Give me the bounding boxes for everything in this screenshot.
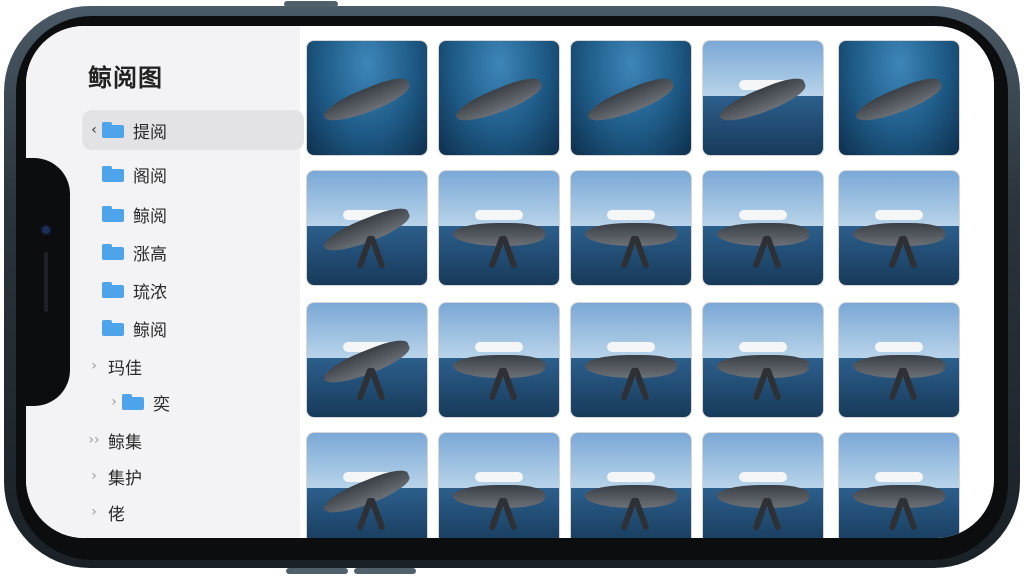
photo-thumbnail[interactable]: [838, 40, 960, 156]
photo-thumbnail[interactable]: [570, 170, 692, 286]
chevron-icon[interactable]: ›: [86, 468, 102, 484]
sidebar-item-label: 涨高: [133, 244, 167, 265]
cloud: [475, 341, 523, 352]
photo-thumbnail[interactable]: [438, 302, 560, 418]
photo-thumbnail[interactable]: [570, 302, 692, 418]
speaker: [44, 252, 48, 312]
sidebar-item[interactable]: › 集护: [82, 456, 304, 496]
cloud: [475, 209, 523, 220]
photo-thumbnail[interactable]: [306, 170, 428, 286]
cloud: [475, 471, 523, 482]
sidebar-item-label: 琉浓: [133, 282, 167, 303]
sidebar-item[interactable]: › 奕: [82, 382, 324, 422]
photo-thumbnail[interactable]: [306, 432, 428, 538]
photo-thumbnail[interactable]: [570, 432, 692, 538]
side-button: [286, 568, 348, 574]
sidebar-item[interactable]: › 佬: [82, 492, 304, 532]
app-title: 鲸阅图: [88, 64, 163, 92]
folder-icon: [102, 166, 124, 182]
photo-thumbnail[interactable]: [838, 302, 960, 418]
sidebar-item-label: 佬: [108, 504, 125, 525]
photo-thumbnail[interactable]: [702, 170, 824, 286]
chevron-icon[interactable]: ›: [86, 358, 102, 374]
cloud: [875, 471, 923, 482]
sidebar-item-label: 提阅: [133, 122, 167, 143]
sidebar-item-label: 集护: [108, 468, 142, 489]
photo-thumbnail[interactable]: [702, 40, 824, 156]
photo-thumbnail[interactable]: [438, 170, 560, 286]
photo-thumbnail[interactable]: [838, 170, 960, 286]
photo-thumbnail[interactable]: [306, 302, 428, 418]
photo-grid: [306, 40, 976, 538]
sidebar-item-label: 鲸阅: [133, 320, 167, 341]
cloud: [875, 209, 923, 220]
sidebar-item[interactable]: 鲸阅: [82, 308, 304, 348]
camera-icon: [42, 226, 50, 234]
volume-button: [284, 1, 338, 7]
photo-thumbnail[interactable]: [570, 40, 692, 156]
sidebar-item[interactable]: 琉浓: [82, 270, 304, 310]
photo-thumbnail[interactable]: [702, 432, 824, 538]
photo-thumbnail[interactable]: [438, 40, 560, 156]
sidebar-item[interactable]: 涨高: [82, 232, 304, 272]
folder-icon: [102, 320, 124, 336]
sidebar-item[interactable]: 鲸阅: [82, 194, 304, 234]
cloud: [739, 209, 787, 220]
sidebar-item-label: 鲸阅: [133, 206, 167, 227]
sidebar-item[interactable]: 阁阅: [82, 154, 304, 194]
folder-icon: [102, 122, 124, 138]
sidebar-item[interactable]: ‹ 提阅: [82, 110, 304, 150]
side-button: [354, 568, 416, 574]
chevron-icon[interactable]: ››: [86, 432, 102, 448]
photo-thumbnail[interactable]: [838, 432, 960, 538]
sidebar-item[interactable]: › 玛佳: [82, 346, 304, 386]
chevron-icon[interactable]: ‹: [86, 122, 102, 138]
sidebar-item-label: 奕: [153, 394, 170, 415]
sidebar-item-label: 玛佳: [108, 358, 142, 379]
folder-icon: [102, 206, 124, 222]
cloud: [875, 341, 923, 352]
chevron-icon[interactable]: ›: [86, 504, 102, 520]
cloud: [739, 341, 787, 352]
folder-icon: [102, 244, 124, 260]
cloud: [607, 341, 655, 352]
chevron-icon[interactable]: ›: [106, 394, 122, 410]
folder-icon: [102, 282, 124, 298]
cloud: [739, 471, 787, 482]
cloud: [607, 471, 655, 482]
photo-thumbnail[interactable]: [306, 40, 428, 156]
folder-icon: [122, 394, 144, 410]
photo-thumbnail[interactable]: [702, 302, 824, 418]
sidebar-item-label: 阁阅: [133, 166, 167, 187]
cloud: [607, 209, 655, 220]
notch: [26, 158, 70, 406]
photo-thumbnail[interactable]: [438, 432, 560, 538]
screen: 鲸阅图 ‹ 提阅 阁阅 鲸阅 涨高 琉浓 鲸阅 › 玛佳 › 奕 ›› 鲸集 › 集护 › 佬: [26, 26, 994, 538]
sidebar-item-label: 鲸集: [108, 432, 142, 453]
sidebar-item[interactable]: ›› 鲸集: [82, 420, 304, 460]
